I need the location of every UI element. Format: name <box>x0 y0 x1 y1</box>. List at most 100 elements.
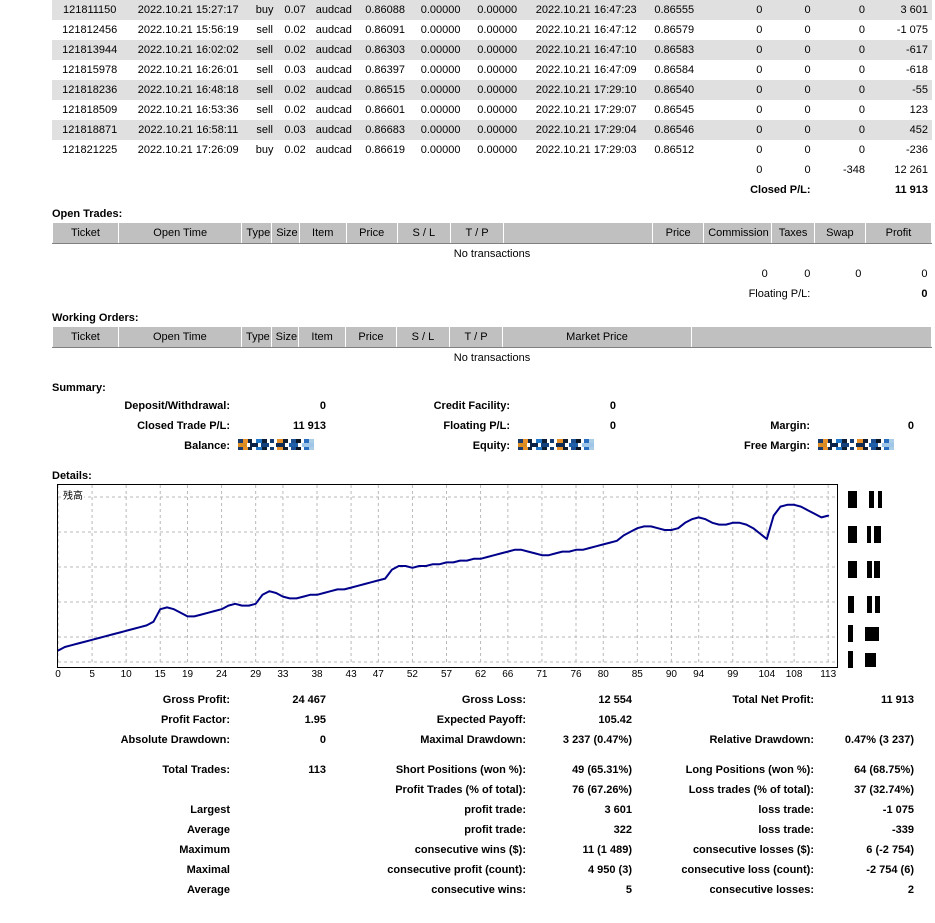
stats-label: consecutive losses: <box>709 884 814 896</box>
cell-tp: 0.00000 <box>477 104 518 116</box>
closed-pl-row: Closed P/L: 11 913 <box>52 180 932 200</box>
summary-label: Equity: <box>472 440 510 452</box>
open-trades-col-ticket[interactable]: Ticket <box>52 222 119 244</box>
redacted-block <box>848 561 857 578</box>
cell-ticket: 121818236 <box>52 80 128 100</box>
cell-sl: 0.00000 <box>412 40 469 60</box>
chart-x-tick-label: 62 <box>475 669 487 680</box>
stats-label: loss trade: <box>758 824 814 836</box>
open-trades-total-commission: 0 <box>761 268 768 280</box>
open-trades-col-type[interactable]: Type <box>241 222 273 244</box>
redacted-block <box>867 596 872 613</box>
chart-y-tick-label-redacted <box>848 651 876 668</box>
cell-item: audcad <box>315 64 352 76</box>
chart-x-tick-label: 99 <box>727 669 739 680</box>
summary-label: Free Margin: <box>743 440 810 452</box>
open-trades-col-profit[interactable]: Profit <box>864 222 933 244</box>
cell-close-price: 0.86579 <box>654 24 695 36</box>
cell-size: 0.02 <box>284 144 306 156</box>
open-trades-col-commission[interactable]: Commission <box>703 222 773 244</box>
working-orders-col-price[interactable]: Price <box>344 326 397 348</box>
open-trades-col-item[interactable]: Item <box>298 222 347 244</box>
open-trades-header-row: Ticket Open Time Type Size Item Price S / LT /… <box>52 222 933 244</box>
stats-row: Gross Profit: 24 467 Gross Loss: 12 554 Tota… <box>52 690 932 710</box>
stats-value <box>234 780 344 800</box>
summary-label: Credit Facility: <box>433 400 510 412</box>
cell-profit: 3 601 <box>869 0 932 20</box>
chart-x-tick-label: 76 <box>570 669 582 680</box>
working-orders-col-size[interactable]: Size <box>270 326 300 348</box>
working-orders-col-blank[interactable] <box>691 326 932 348</box>
stats-label: Short Positions (won %): <box>395 764 526 776</box>
open-trades-col-price[interactable]: Price <box>652 222 705 244</box>
stats-label: Total Net Profit: <box>732 694 814 706</box>
stats-label: Absolute Drawdown: <box>120 734 230 746</box>
open-trades-col-s-l[interactable]: S / L <box>396 222 451 244</box>
floating-pl-row: Floating P/L: 0 <box>53 284 932 304</box>
cell-close-time: 2022.10.21 17:29:10 <box>525 80 647 100</box>
working-orders-col-t-p[interactable]: T / P <box>448 326 504 348</box>
working-orders-col-ticket[interactable]: Ticket <box>52 326 119 348</box>
redacted-block <box>867 561 872 578</box>
floating-pl-label: Floating P/L: <box>748 288 811 300</box>
cell-type: sell <box>256 24 273 36</box>
summary-label: Balance: <box>184 440 230 452</box>
closed-pl-value: 11 913 <box>894 184 928 196</box>
stats-label: Average <box>186 824 230 836</box>
cell-open-time: 2022.10.21 16:53:36 <box>137 104 239 116</box>
summary-row: Deposit/Withdrawal: 0 Credit Facility: 0 <box>52 396 932 416</box>
cell-swap: 0 <box>858 144 866 156</box>
table-row: 121815978 2022.10.21 16:26:01 sell 0.03 audc… <box>52 60 932 80</box>
cell-sl: 0.00000 <box>412 80 469 100</box>
open-trades-col-taxes[interactable]: Taxes <box>771 222 815 244</box>
working-orders-col-type[interactable]: Type <box>240 326 272 348</box>
chart-x-tick-label: 85 <box>631 669 643 680</box>
cell-commission: 0 <box>756 64 763 76</box>
stats-row: Total Trades: 113 Short Positions (won %):… <box>52 760 932 780</box>
stats-label <box>52 780 234 800</box>
cell-taxes: 0 <box>804 64 811 76</box>
cell-tp: 0.00000 <box>468 80 526 100</box>
chart-x-tick-label: 71 <box>536 669 548 680</box>
stats-label: Maximal Drawdown: <box>420 734 526 746</box>
stats-value: -1 075 <box>882 804 914 816</box>
redacted-block <box>848 526 857 543</box>
cell-taxes: 0 <box>804 144 811 156</box>
chart-x-tick-label: 80 <box>597 669 609 680</box>
cell-item: audcad <box>309 40 358 60</box>
redacted-block <box>874 561 880 578</box>
chart-x-axis: 0 5 10 15 19 24 29 33 38 43 47 52 57 62 66 71 76 80 85 90 94… <box>55 666 838 682</box>
summary-label: Margin: <box>770 420 810 432</box>
redacted-block <box>848 625 853 642</box>
chart-x-tick-label: 47 <box>372 669 384 680</box>
working-orders-col-s-l[interactable]: S / L <box>395 326 451 348</box>
stats-label: profit trade: <box>464 824 526 836</box>
cell-close-price: 0.86540 <box>646 80 702 100</box>
cell-close-time: 2022.10.21 17:29:03 <box>535 144 637 156</box>
open-trades-col-size[interactable]: Size <box>271 222 300 244</box>
trade-stats-table: Total Trades: 113 Short Positions (won %):… <box>52 760 932 900</box>
working-orders-col-open-time[interactable]: Open Time <box>117 326 242 348</box>
chart-x-tick-label: 19 <box>181 669 194 680</box>
open-trades-col-price[interactable]: Price <box>345 222 398 244</box>
cell-swap: 0 <box>858 104 866 116</box>
summary-value: 11 913 <box>292 420 326 432</box>
chart-y-tick-label-redacted <box>848 596 880 613</box>
cell-price: 0.86091 <box>365 24 405 36</box>
cell-ticket: 121813944 <box>52 40 128 60</box>
table-row: 121813944 2022.10.21 16:02:02 sell 0.02 audc… <box>52 40 932 60</box>
open-trades-col-blank[interactable] <box>503 222 654 244</box>
open-trades-col-t-p[interactable]: T / P <box>449 222 505 244</box>
cell-open-time: 2022.10.21 15:27:17 <box>127 0 249 20</box>
table-row: 121818236 2022.10.21 16:48:18 sell 0.02 audc… <box>52 80 932 100</box>
open-trades-empty-row: No transactions <box>53 244 932 265</box>
chart-y-tick-label-redacted <box>848 526 881 543</box>
stats-value: 11 (1 489) <box>582 844 632 856</box>
open-trades-col-swap[interactable]: Swap <box>813 222 866 244</box>
working-orders-col-market-price[interactable]: Market Price <box>502 326 693 348</box>
open-trades-col-open-time[interactable]: Open Time <box>117 222 243 244</box>
cell-tp: 0.00000 <box>477 64 518 76</box>
working-orders-col-item[interactable]: Item <box>298 326 346 348</box>
cell-open-time: 2022.10.21 17:26:09 <box>137 144 239 156</box>
stats-value: 3 601 <box>604 804 632 816</box>
